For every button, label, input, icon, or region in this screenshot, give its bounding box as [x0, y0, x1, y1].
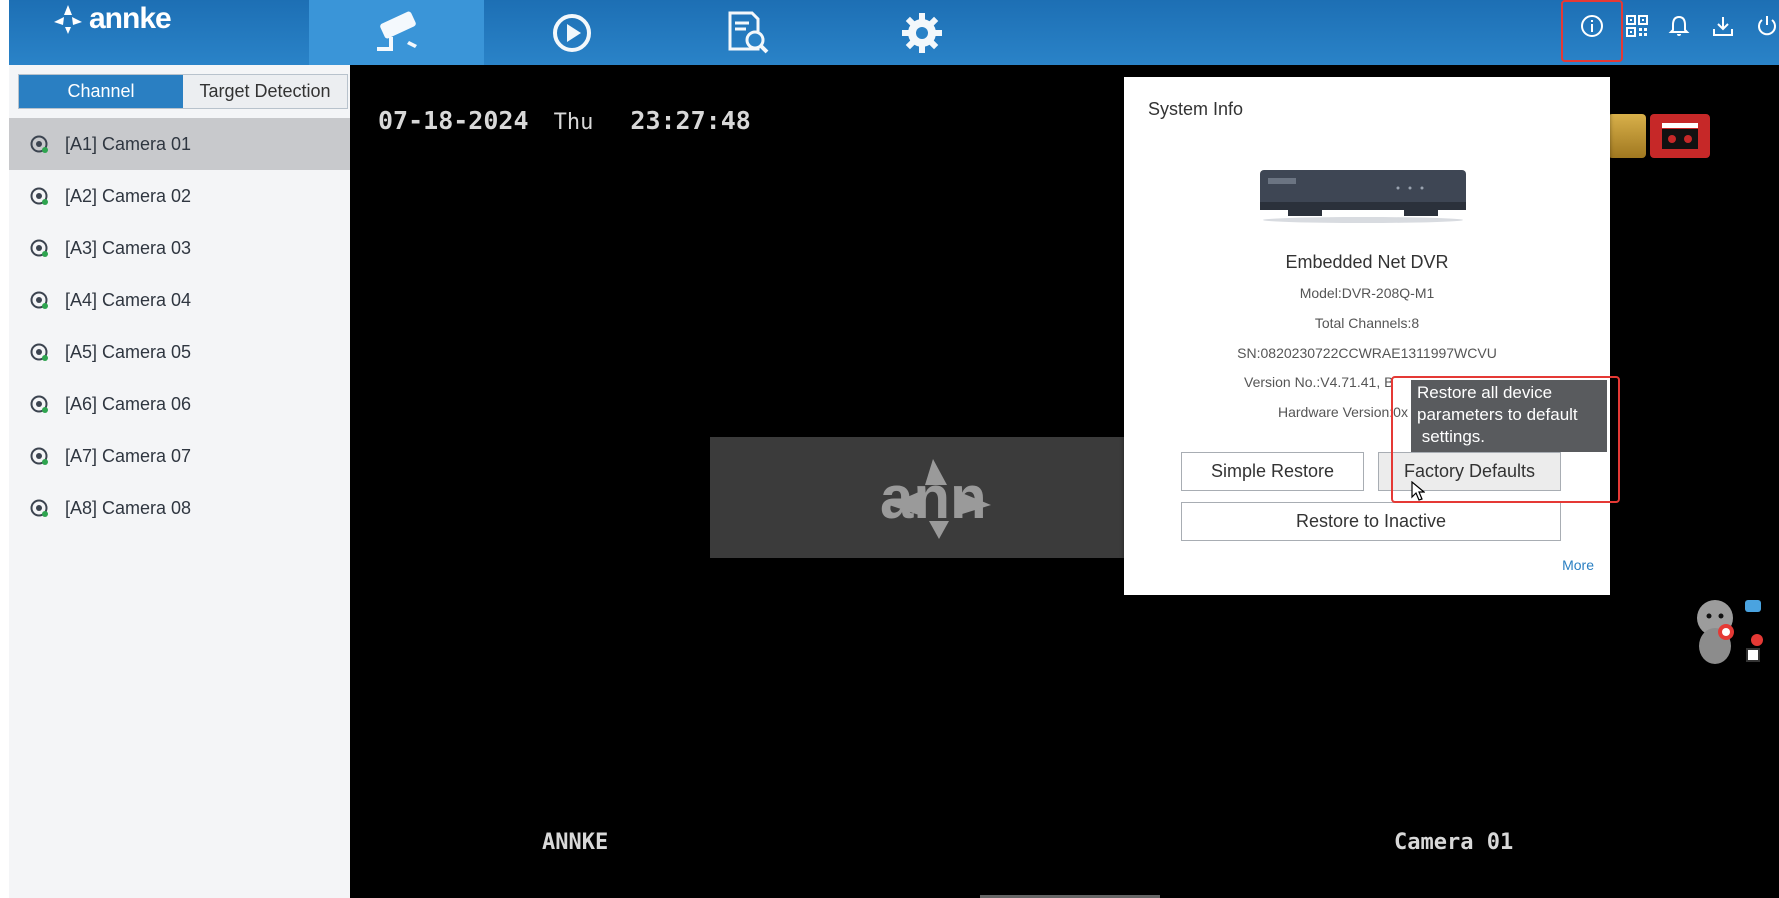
system-info-panel: System Info Embedded Net DVR Model:DVR-2… — [1124, 77, 1610, 595]
camera-online-icon — [30, 395, 48, 413]
osd-datetime: 07-18-2024 Thu 23:27:48 — [378, 106, 751, 135]
download-button[interactable] — [1703, 6, 1743, 46]
camera-item-a6[interactable]: [A6] Camera 06 — [9, 378, 350, 430]
power-icon — [1758, 16, 1776, 36]
camera-online-icon — [30, 135, 48, 153]
annke-watermark-logo-icon — [889, 459, 991, 539]
restore-to-inactive-button[interactable]: Restore to Inactive — [1181, 502, 1561, 541]
simple-restore-button[interactable]: Simple Restore — [1181, 452, 1364, 491]
camera-online-icon — [30, 447, 48, 465]
tooltip-highlight-box — [1391, 376, 1620, 503]
device-name: Embedded Net DVR — [1285, 252, 1449, 272]
video-watermark: ann — [710, 437, 1130, 558]
sidebar-tab-switch: Channel Target Detection — [18, 74, 348, 109]
osd-weekday: Thu — [553, 110, 594, 135]
camera-online-icon — [30, 239, 48, 257]
mouse-cursor-icon — [1411, 481, 1425, 501]
tab-target-detection[interactable]: Target Detection — [183, 75, 347, 108]
osd-time: 23:27:48 — [630, 106, 751, 135]
osd-date: 07-18-2024 — [378, 106, 529, 135]
logo-text: annke — [89, 2, 172, 35]
camera-online-icon — [30, 343, 48, 361]
camera-label: [A5] Camera 05 — [65, 341, 192, 362]
alarm-bell-thumbnail — [1608, 114, 1646, 158]
qr-code-icon — [1626, 15, 1648, 37]
device-channels: Total Channels:8 — [1314, 315, 1420, 331]
left-edge — [0, 0, 9, 898]
power-button[interactable] — [1747, 6, 1779, 46]
dvr-device-icon — [1260, 170, 1466, 223]
gear-icon — [901, 12, 942, 53]
tab-live-view[interactable] — [309, 0, 484, 65]
bell-icon — [1668, 15, 1690, 36]
channel-sidebar: Channel Target Detection [A1] Camera 01 … — [9, 65, 350, 898]
tab-configuration[interactable] — [834, 0, 1009, 65]
camera-label: [A8] Camera 08 — [65, 497, 192, 518]
camera-item-a3[interactable]: [A3] Camera 03 — [9, 222, 350, 274]
panel-title: System Info — [1148, 99, 1244, 119]
version-text: Version No.:V4.71.41 — [1244, 374, 1377, 390]
top-bar: annke — [9, 0, 1779, 65]
camera-item-a7[interactable]: [A7] Camera 07 — [9, 430, 350, 482]
annke-logo-icon — [54, 5, 82, 34]
camera-online-icon — [30, 291, 48, 309]
camera-online-icon — [30, 187, 48, 205]
device-model: Model:DVR-208Q-M1 — [1299, 285, 1435, 301]
camera-label: [A6] Camera 06 — [65, 393, 192, 414]
camera-label: [A3] Camera 03 — [65, 237, 192, 258]
osd-brand-label: ANNKE — [542, 830, 609, 855]
record-clapper-thumbnail — [1650, 114, 1710, 158]
tab-search[interactable] — [659, 0, 834, 65]
file-search-icon — [728, 11, 768, 53]
device-serial: SN:0820230722CCWRAE1311997WCVU — [1237, 345, 1497, 361]
more-link[interactable]: More — [1562, 557, 1594, 573]
osd-camera-name: Camera 01 — [1394, 830, 1514, 855]
camera-item-a2[interactable]: [A2] Camera 02 — [9, 170, 350, 222]
tab-playback[interactable] — [484, 0, 659, 65]
camera-label: [A7] Camera 07 — [65, 445, 192, 466]
camera-item-a8[interactable]: [A8] Camera 08 — [9, 482, 350, 534]
camera-item-a4[interactable]: [A4] Camera 04 — [9, 274, 350, 326]
camera-online-icon — [30, 499, 48, 517]
camera-item-a5[interactable]: [A5] Camera 05 — [9, 326, 350, 378]
info-highlight-box — [1561, 0, 1623, 62]
mascot-sticker-icon — [1697, 600, 1763, 664]
alarm-bell-button[interactable] — [1659, 6, 1699, 46]
playback-icon — [552, 13, 591, 52]
camera-item-a1[interactable]: [A1] Camera 01 — [9, 118, 350, 170]
brand-logo: annke — [51, 0, 172, 38]
download-icon — [1713, 17, 1733, 36]
camera-label: [A2] Camera 02 — [65, 185, 192, 206]
camera-label: [A4] Camera 04 — [65, 289, 192, 310]
camera-label: [A1] Camera 01 — [65, 133, 192, 154]
qr-code-button[interactable] — [1617, 6, 1657, 46]
clapperboard-icon — [1662, 123, 1698, 149]
tab-channel[interactable]: Channel — [19, 75, 183, 108]
cctv-camera-icon — [376, 11, 417, 51]
